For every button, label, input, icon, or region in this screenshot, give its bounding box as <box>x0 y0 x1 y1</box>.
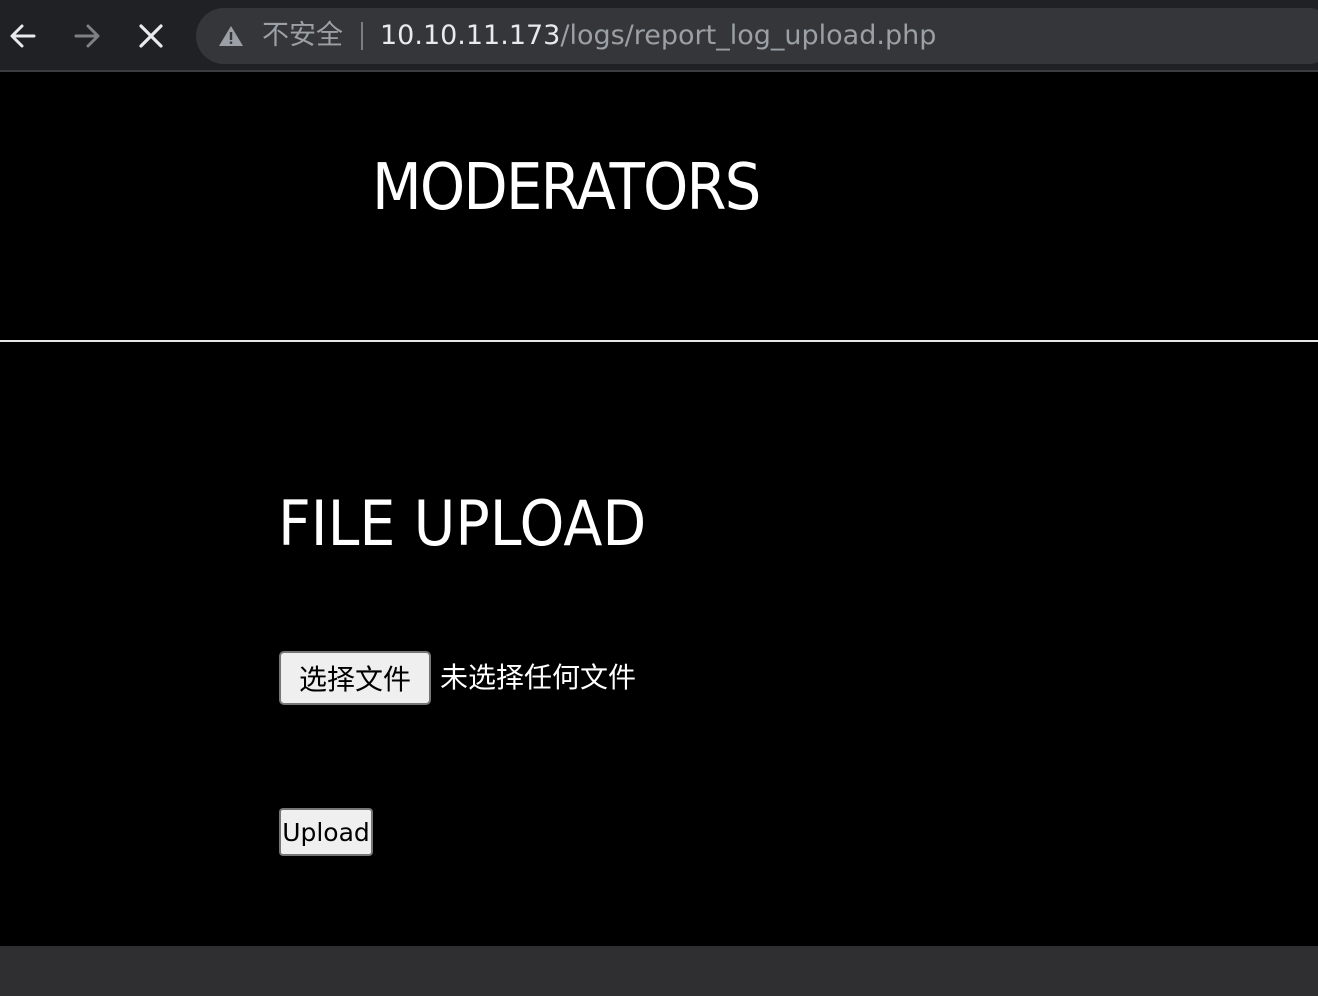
forward-arrow-icon <box>74 24 100 48</box>
back-arrow-icon <box>10 24 36 48</box>
upload-button[interactable]: Upload <box>279 808 373 856</box>
omnibox-divider <box>361 22 363 50</box>
choose-file-button[interactable]: 选择文件 <box>279 651 431 705</box>
site-title: MODERATORS <box>372 151 761 225</box>
browser-toolbar: 不安全 10.10.11.173/logs/report_log_upload.… <box>0 0 1318 72</box>
url-text[interactable]: 10.10.11.173/logs/report_log_upload.php <box>380 20 936 52</box>
file-selection-status: 未选择任何文件 <box>440 661 637 694</box>
horizontal-divider <box>0 340 1318 342</box>
forward-button[interactable] <box>67 16 107 56</box>
stop-loading-button[interactable] <box>131 16 171 56</box>
url-path: /logs/report_log_upload.php <box>560 20 937 51</box>
close-icon <box>139 24 163 48</box>
back-button[interactable] <box>3 16 43 56</box>
file-upload-heading: FILE UPLOAD <box>278 487 647 560</box>
warning-icon[interactable] <box>218 24 244 48</box>
url-host: 10.10.11.173 <box>380 20 561 51</box>
security-status-label[interactable]: 不安全 <box>262 20 343 52</box>
address-bar[interactable]: 不安全 10.10.11.173/logs/report_log_upload.… <box>196 8 1318 64</box>
browser-bottom-bar <box>0 946 1318 996</box>
